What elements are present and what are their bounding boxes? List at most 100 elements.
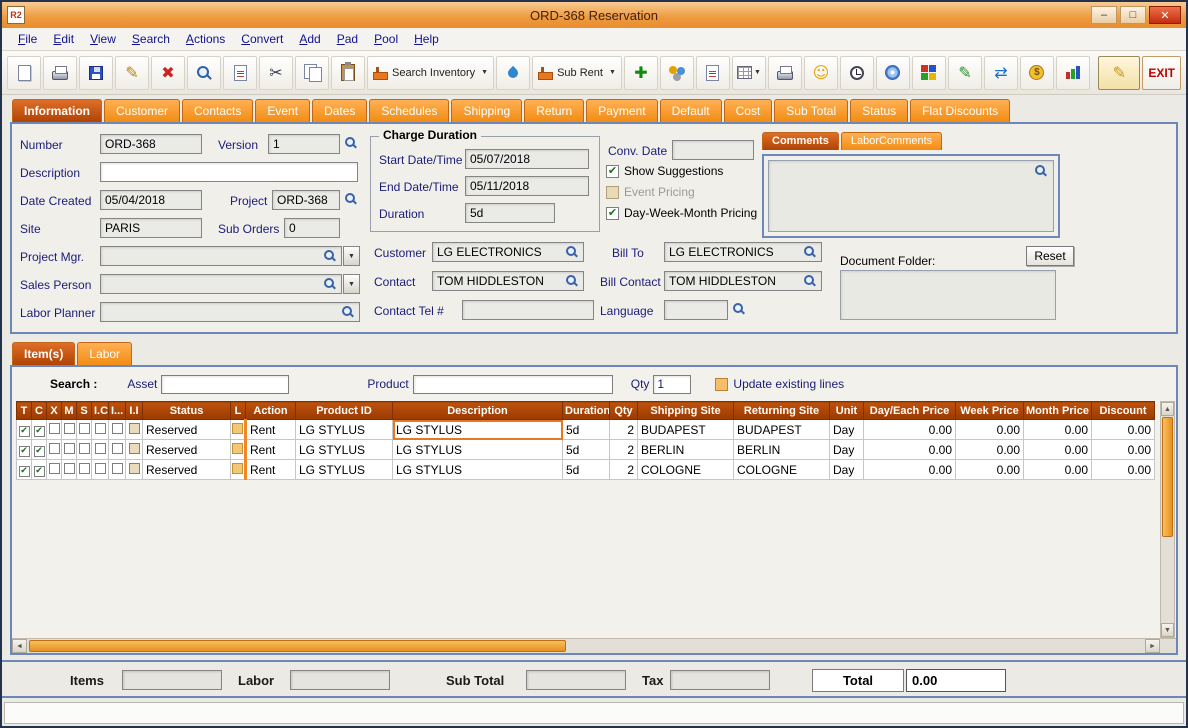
checkbox-box[interactable] <box>606 186 619 199</box>
reset-button[interactable]: Reset <box>1026 246 1074 266</box>
vertical-scrollbar[interactable]: ▲ ▼ <box>1160 401 1175 638</box>
tab-payment[interactable]: Payment <box>586 99 657 122</box>
contact-search-icon[interactable] <box>565 274 579 288</box>
cell-returning-site[interactable]: BERLIN <box>734 440 830 460</box>
customer-search-icon[interactable] <box>565 245 579 259</box>
tab-customer[interactable]: Customer <box>104 99 180 122</box>
col-week-price[interactable]: Week Price <box>956 402 1024 420</box>
fill-color-button[interactable] <box>496 56 530 90</box>
col-i-i[interactable]: I.I <box>126 402 143 420</box>
col-unit[interactable]: Unit <box>830 402 864 420</box>
row-flag-checkbox[interactable] <box>49 423 60 434</box>
cell-duration[interactable]: 5d <box>563 440 610 460</box>
cell-l-indicator[interactable] <box>231 420 246 440</box>
row-flag-checkbox[interactable] <box>49 443 60 454</box>
bill-contact-field[interactable]: TOM HIDDLESTON <box>664 271 822 291</box>
edit-button[interactable]: ✎ <box>115 56 149 90</box>
cell-flag[interactable] <box>32 420 47 440</box>
quick-pen-button[interactable]: ✎ <box>1098 56 1140 90</box>
cell-shipping-site[interactable]: COLOGNE <box>638 460 734 480</box>
col-day-each-price[interactable]: Day/Each Price <box>864 402 956 420</box>
cell-qty[interactable]: 2 <box>610 440 638 460</box>
cell-product-id[interactable]: LG STYLUS <box>296 460 393 480</box>
sales-person-search-icon[interactable] <box>323 277 337 291</box>
row-flag-checkbox[interactable] <box>95 463 106 474</box>
tax-field[interactable] <box>670 670 770 690</box>
menu-file[interactable]: File <box>10 29 45 49</box>
cell-returning-site[interactable]: BUDAPEST <box>734 420 830 440</box>
tab-contacts[interactable]: Contacts <box>182 99 253 122</box>
new-order-button[interactable] <box>7 56 41 90</box>
menu-pad[interactable]: Pad <box>329 29 366 49</box>
checkbox-box[interactable] <box>606 207 619 220</box>
language-field[interactable] <box>664 300 728 320</box>
row-flag-checkbox[interactable] <box>79 463 90 474</box>
item-row[interactable]: ReservedRentLG STYLUSLG STYLUS5d2COLOGNE… <box>17 460 1155 480</box>
update-existing-lines-checkbox[interactable] <box>715 378 728 391</box>
cell-flag[interactable] <box>92 460 109 480</box>
col-l[interactable]: L <box>231 402 246 420</box>
col-i-c[interactable]: I.C <box>92 402 109 420</box>
cell-flag[interactable] <box>47 460 62 480</box>
cell-flag[interactable] <box>126 440 143 460</box>
cell-status[interactable]: Reserved <box>143 460 231 480</box>
menu-help[interactable]: Help <box>406 29 447 49</box>
cell-returning-site[interactable]: COLOGNE <box>734 460 830 480</box>
row-flag-checkbox[interactable] <box>34 426 45 437</box>
row-flag-checkbox[interactable] <box>95 423 106 434</box>
bill-contact-search-icon[interactable] <box>803 274 817 288</box>
col-qty[interactable]: Qty <box>610 402 638 420</box>
date-created-field[interactable]: 05/04/2018 <box>100 190 202 210</box>
cell-description[interactable]: LG STYLUS <box>393 420 563 440</box>
checkbox-box[interactable] <box>606 165 619 178</box>
asset-input[interactable] <box>161 375 289 394</box>
row-flag-checkbox[interactable] <box>19 426 30 437</box>
cell-product-id[interactable]: LG STYLUS <box>296 420 393 440</box>
project-mgr-dropdown[interactable]: ▼ <box>343 246 360 266</box>
cell-flag[interactable] <box>47 420 62 440</box>
transfer-button[interactable]: ⇄ <box>984 56 1018 90</box>
version-field[interactable]: 1 <box>268 134 340 154</box>
row-flag-checkbox[interactable] <box>19 446 30 457</box>
row-flag-checkbox[interactable] <box>34 446 45 457</box>
row-flag-checkbox[interactable] <box>129 423 140 434</box>
row-flag-checkbox[interactable] <box>95 443 106 454</box>
horizontal-scrollbar[interactable]: ◄ ► <box>12 638 1176 653</box>
menu-convert[interactable]: Convert <box>233 29 291 49</box>
cell-duration[interactable]: 5d <box>563 460 610 480</box>
cell-flag[interactable] <box>126 460 143 480</box>
tab-flat-discounts[interactable]: Flat Discounts <box>910 99 1010 122</box>
contact-field[interactable]: TOM HIDDLESTON <box>432 271 584 291</box>
menu-edit[interactable]: Edit <box>45 29 82 49</box>
cell-flag[interactable] <box>17 440 32 460</box>
cell-flag[interactable] <box>92 420 109 440</box>
col-i[interactable]: I... <box>109 402 126 420</box>
row-flag-checkbox[interactable] <box>64 423 75 434</box>
cell-qty[interactable]: 2 <box>610 460 638 480</box>
bill-to-field[interactable]: LG ELECTRONICS <box>664 242 822 262</box>
time-clock-button[interactable] <box>840 56 874 90</box>
reports-button[interactable] <box>1056 56 1090 90</box>
sales-person-field[interactable] <box>100 274 342 294</box>
cell-action[interactable]: Rent <box>246 440 296 460</box>
cell-week-price[interactable]: 0.00 <box>956 440 1024 460</box>
tab-shipping[interactable]: Shipping <box>451 99 522 122</box>
menu-pool[interactable]: Pool <box>366 29 406 49</box>
cell-flag[interactable] <box>32 440 47 460</box>
total-value-field[interactable]: 0.00 <box>906 669 1006 692</box>
cell-qty[interactable]: 2 <box>610 420 638 440</box>
scroll-right-button[interactable]: ► <box>1145 639 1160 653</box>
cell-flag[interactable] <box>62 440 77 460</box>
col-product-id[interactable]: Product ID <box>296 402 393 420</box>
row-flag-checkbox[interactable] <box>64 463 75 474</box>
cell-flag[interactable] <box>47 440 62 460</box>
sub-total-field[interactable] <box>526 670 626 690</box>
col-status[interactable]: Status <box>143 402 231 420</box>
col-m[interactable]: M <box>62 402 77 420</box>
cell-week-price[interactable]: 0.00 <box>956 460 1024 480</box>
horizontal-scroll-thumb[interactable] <box>29 640 566 652</box>
items-total-field[interactable] <box>122 670 222 690</box>
tab-comments[interactable]: Comments <box>762 132 839 150</box>
print-documents-button[interactable] <box>768 56 802 90</box>
exit-button[interactable]: EXIT <box>1142 56 1181 90</box>
